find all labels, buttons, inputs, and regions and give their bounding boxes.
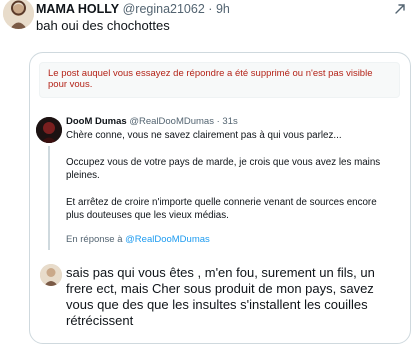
in-reply-to: En réponse à @RealDooMDumas (66, 234, 210, 245)
separator: · (208, 2, 213, 16)
quoted-line-2: Occupez vous de votre pays de marde, je … (66, 157, 381, 181)
post-header: MAMA HOLLY @regina21062 · 9h (36, 2, 230, 16)
quoted-line-1: Chère conne, vous ne savez clairement pa… (66, 130, 342, 141)
quoted-author-name[interactable]: DooM Dumas (66, 116, 127, 127)
avatar-doom-dumas[interactable] (36, 117, 62, 143)
in-reply-label: En réponse à (66, 234, 123, 245)
post-text: bah oui des chochottes (36, 18, 170, 33)
thread-line (48, 146, 50, 250)
in-reply-handle-link[interactable]: @RealDooMDumas (125, 234, 210, 245)
author-handle[interactable]: @regina21062 (123, 2, 205, 16)
quoted-time[interactable]: 31s (222, 116, 237, 127)
quoted-author-handle[interactable]: @RealDooMDumas (129, 116, 214, 127)
reply-text[interactable]: sais pas qui vous êtes , m'en fou, surem… (66, 265, 396, 329)
post-time[interactable]: 9h (216, 2, 230, 16)
deleted-post-notice: Le post auquel vous essayez de répondre … (39, 62, 400, 98)
share-icon[interactable] (394, 2, 406, 14)
quoted-header: DooM Dumas @RealDooMDumas · 31s (66, 116, 238, 127)
separator: · (216, 116, 220, 127)
avatar-current-user[interactable] (40, 264, 62, 286)
quoted-line-3: Et arrêtez de croire n'importe quelle co… (66, 197, 377, 221)
avatar-mama-holly[interactable] (3, 0, 34, 29)
author-name[interactable]: MAMA HOLLY (36, 2, 119, 16)
